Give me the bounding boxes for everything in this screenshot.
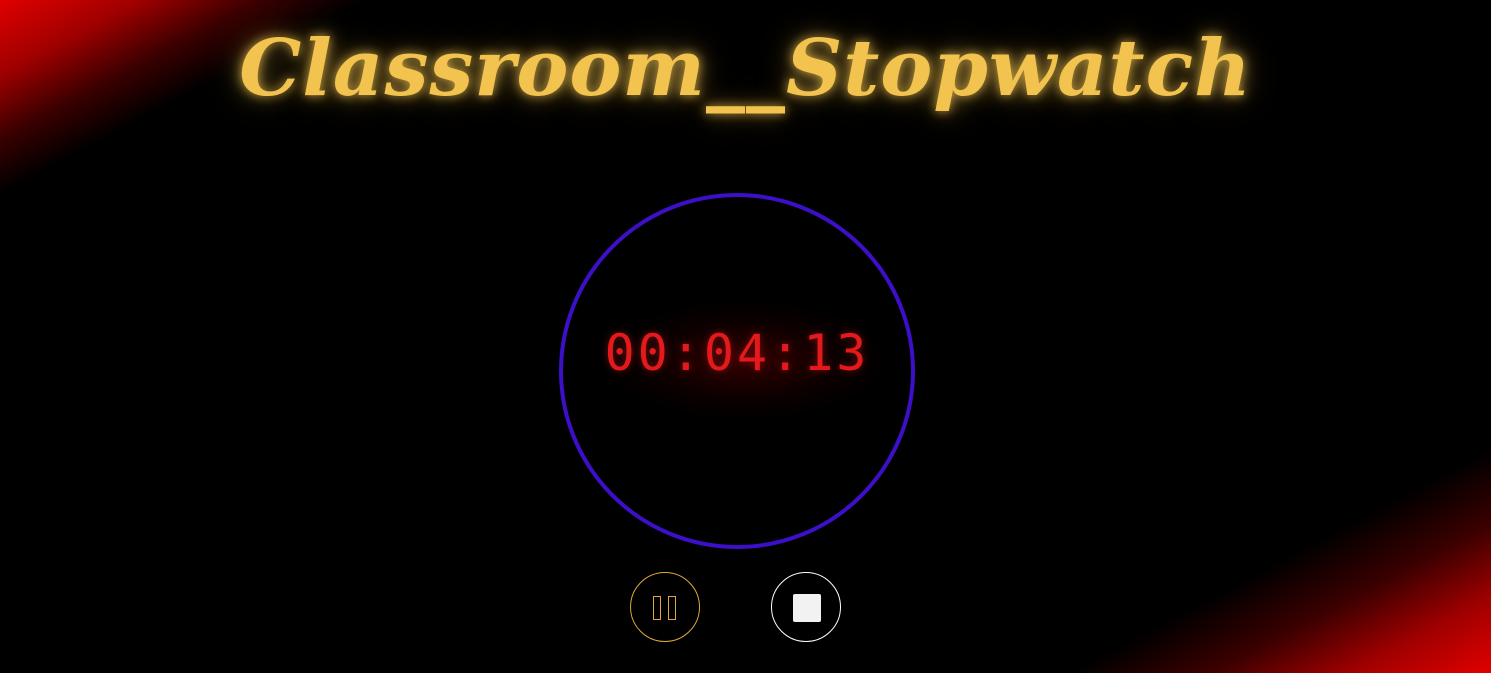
- stopwatch-page: Classroom__Stopwatch 00:04:13: [0, 0, 1491, 673]
- time-display: 00:04:13: [604, 324, 870, 382]
- pause-button[interactable]: [630, 572, 700, 642]
- pause-bar-right: [668, 596, 676, 620]
- stop-button[interactable]: [771, 572, 841, 642]
- pause-bar-left: [653, 596, 661, 620]
- stop-icon: [793, 594, 821, 622]
- bottom-right-red-glow: [971, 413, 1491, 673]
- page-title: Classroom__Stopwatch: [239, 23, 1252, 114]
